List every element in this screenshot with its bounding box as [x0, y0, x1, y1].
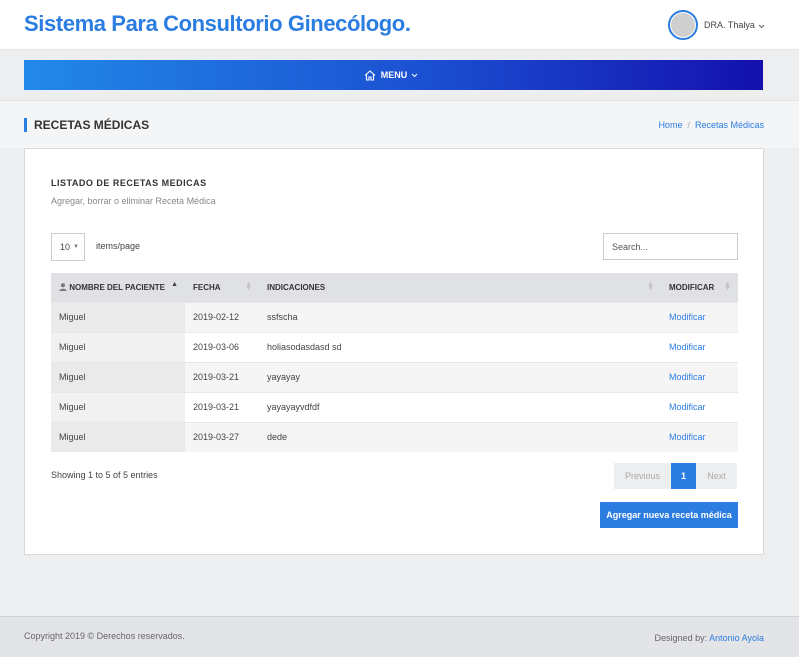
cell-indicaciones: yayayay	[267, 372, 301, 382]
cell-nombre: Miguel	[51, 422, 185, 452]
caret-down-icon: ▼	[73, 244, 79, 250]
next-page-button[interactable]: Next	[696, 463, 737, 489]
user-icon	[59, 283, 67, 291]
avatar-image	[671, 13, 695, 37]
chevron-down-icon	[758, 16, 765, 34]
table-row: Miguel 2019-03-21 yayayayvdfdf Modificar	[51, 392, 738, 422]
column-header-fecha[interactable]: FECHA ▲ ▼	[185, 273, 259, 302]
app-title[interactable]: Sistema Para Consultorio Ginecólogo.	[24, 11, 411, 37]
cell-modificar: Modificar	[661, 332, 738, 362]
column-label: FECHA	[193, 282, 221, 292]
cell-nombre: Miguel	[51, 392, 185, 422]
page-header: RECETAS MÉDICAS Home / Recetas Médicas	[0, 100, 799, 148]
cell-indicaciones: yayayayvdfdf	[267, 402, 320, 412]
card-title: LISTADO DE RECETAS MEDICAS	[51, 178, 207, 188]
add-receta-button[interactable]: Agregar nueva receta médica	[600, 502, 738, 528]
sort-icon: ▲ ▼	[647, 281, 654, 292]
sort-ascending-icon: ▲	[171, 281, 178, 288]
table-header-row: NOMBRE DEL PACIENTE ▲ FECHA ▲ ▼ INDICACIO…	[51, 273, 738, 302]
search-input[interactable]	[603, 233, 738, 260]
cell-indicaciones: dede	[267, 432, 288, 443]
designed-by: Designed by: Antonio Ayola	[655, 633, 764, 643]
page-length-select[interactable]: 10 ▼	[51, 233, 85, 261]
cell-nombre: Miguel	[51, 332, 185, 362]
card-subtitle: Agregar, borrar o eliminar Receta Médica	[51, 196, 216, 206]
cell-fecha: 2019-03-27	[193, 432, 240, 443]
column-header-modificar[interactable]: MODIFICAR ▲ ▼	[661, 273, 738, 302]
avatar[interactable]	[668, 10, 698, 40]
breadcrumb-home[interactable]: Home	[658, 120, 682, 130]
cell-modificar: Modificar	[661, 362, 738, 392]
table-row: Miguel 2019-03-27 dede Modificar	[51, 422, 738, 452]
cell-indicaciones: ssfscha	[267, 312, 298, 322]
cell-fecha: 2019-03-21	[193, 372, 240, 382]
breadcrumb-separator: /	[687, 120, 690, 130]
previous-page-button[interactable]: Previous	[614, 463, 671, 489]
modificar-link[interactable]: Modificar	[669, 342, 706, 352]
recetas-card: LISTADO DE RECETAS MEDICAS Agregar, borr…	[24, 148, 764, 555]
cell-modificar: Modificar	[661, 302, 738, 332]
footer: Copyright 2019 © Derechos reservados. De…	[0, 616, 799, 657]
cell-modificar: Modificar	[661, 392, 738, 422]
recetas-table: NOMBRE DEL PACIENTE ▲ FECHA ▲ ▼ INDICACIO…	[51, 273, 738, 452]
cell-indicaciones: holiasodasdasd sd	[267, 342, 342, 352]
main-navbar: MENU	[24, 60, 763, 90]
designer-link[interactable]: Antonio Ayola	[709, 633, 764, 643]
cell-nombre: Miguel	[51, 302, 185, 332]
modificar-link[interactable]: Modificar	[669, 402, 706, 412]
entries-info: Showing 1 to 5 of 5 entries	[51, 470, 158, 480]
page-length-value: 10	[60, 242, 71, 252]
table-row: Miguel 2019-03-06 holiasodasdasd sd Modi…	[51, 332, 738, 362]
modificar-link[interactable]: Modificar	[669, 312, 706, 322]
column-label: INDICACIONES	[267, 282, 326, 292]
breadcrumb-current[interactable]: Recetas Médicas	[695, 120, 764, 130]
cell-fecha: 2019-02-12	[193, 312, 240, 322]
table-row: Miguel 2019-03-21 yayayay Modificar	[51, 362, 738, 392]
table-row: Miguel 2019-02-12 ssfscha Modificar	[51, 302, 738, 332]
cell-modificar: Modificar	[661, 422, 738, 452]
modificar-link[interactable]: Modificar	[669, 372, 706, 382]
home-icon	[364, 69, 376, 81]
user-menu[interactable]: DRA. Thalya	[668, 10, 765, 40]
column-label: MODIFICAR	[669, 282, 715, 292]
page-length-label: items/page	[96, 241, 141, 251]
page-1-button[interactable]: 1	[671, 463, 696, 489]
chevron-down-icon	[411, 70, 423, 80]
modificar-link[interactable]: Modificar	[669, 432, 706, 442]
sort-icon: ▲ ▼	[724, 281, 731, 292]
column-header-indicaciones[interactable]: INDICACIONES ▲ ▼	[259, 273, 661, 302]
cell-fecha: 2019-03-21	[193, 402, 240, 412]
menu-button[interactable]: MENU	[364, 69, 424, 81]
user-name[interactable]: DRA. Thalya	[704, 20, 755, 30]
cell-nombre: Miguel	[51, 362, 185, 392]
menu-label: MENU	[380, 70, 408, 80]
breadcrumb: Home / Recetas Médicas	[658, 120, 764, 130]
column-header-nombre[interactable]: NOMBRE DEL PACIENTE ▲	[51, 273, 185, 302]
column-label: NOMBRE DEL PACIENTE	[69, 282, 165, 292]
sort-icon: ▲ ▼	[245, 281, 252, 292]
copyright-text: Copyright 2019 © Derechos reservados.	[24, 631, 185, 641]
cell-fecha: 2019-03-06	[193, 342, 240, 352]
pagination: Previous 1 Next	[614, 463, 737, 489]
top-bar: Sistema Para Consultorio Ginecólogo. DRA…	[0, 0, 799, 50]
designed-by-label: Designed by:	[654, 633, 708, 643]
page-title: RECETAS MÉDICAS	[24, 118, 149, 132]
